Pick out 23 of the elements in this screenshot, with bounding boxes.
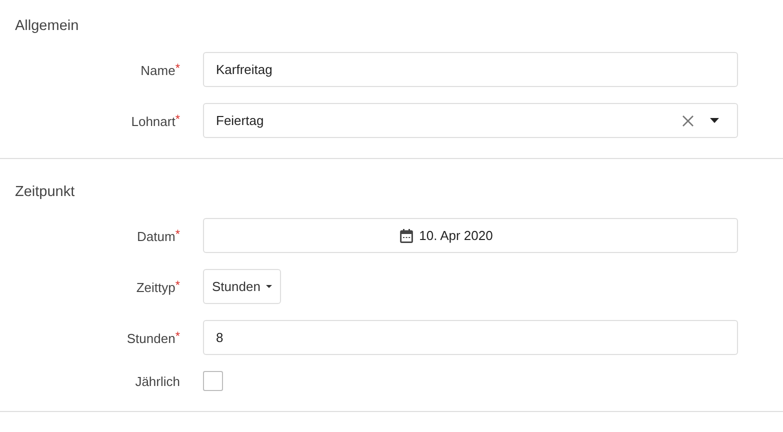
caret-icon[interactable]	[710, 118, 719, 123]
required-mark: *	[175, 61, 180, 75]
field-label: Lohnart	[131, 114, 176, 129]
section-title: Zeitpunkt	[14, 183, 76, 202]
required-mark: *	[175, 112, 180, 126]
text-field[interactable]: 8	[203, 320, 738, 355]
required-mark: *	[175, 278, 180, 292]
date-field[interactable]: 10. Apr 2020	[203, 218, 738, 253]
calendar-icon	[400, 228, 414, 242]
field-label: Name	[140, 63, 176, 78]
dropdown-button[interactable]: Stunden	[203, 269, 282, 304]
field-label: Jährlich	[135, 374, 180, 388]
field-label: Zeittyp	[136, 280, 176, 295]
caret-icon	[266, 285, 272, 288]
checkbox[interactable]	[203, 371, 223, 391]
required-mark: *	[175, 329, 180, 343]
required-mark: *	[175, 227, 180, 241]
field-label: Stunden	[126, 331, 176, 346]
section-title: Allgemein	[14, 17, 80, 36]
select-field[interactable]: Feiertag	[203, 103, 738, 138]
clear-icon[interactable]	[682, 114, 694, 126]
text-field[interactable]: Karfreitag	[203, 52, 738, 87]
field-label: Datum	[137, 229, 176, 244]
